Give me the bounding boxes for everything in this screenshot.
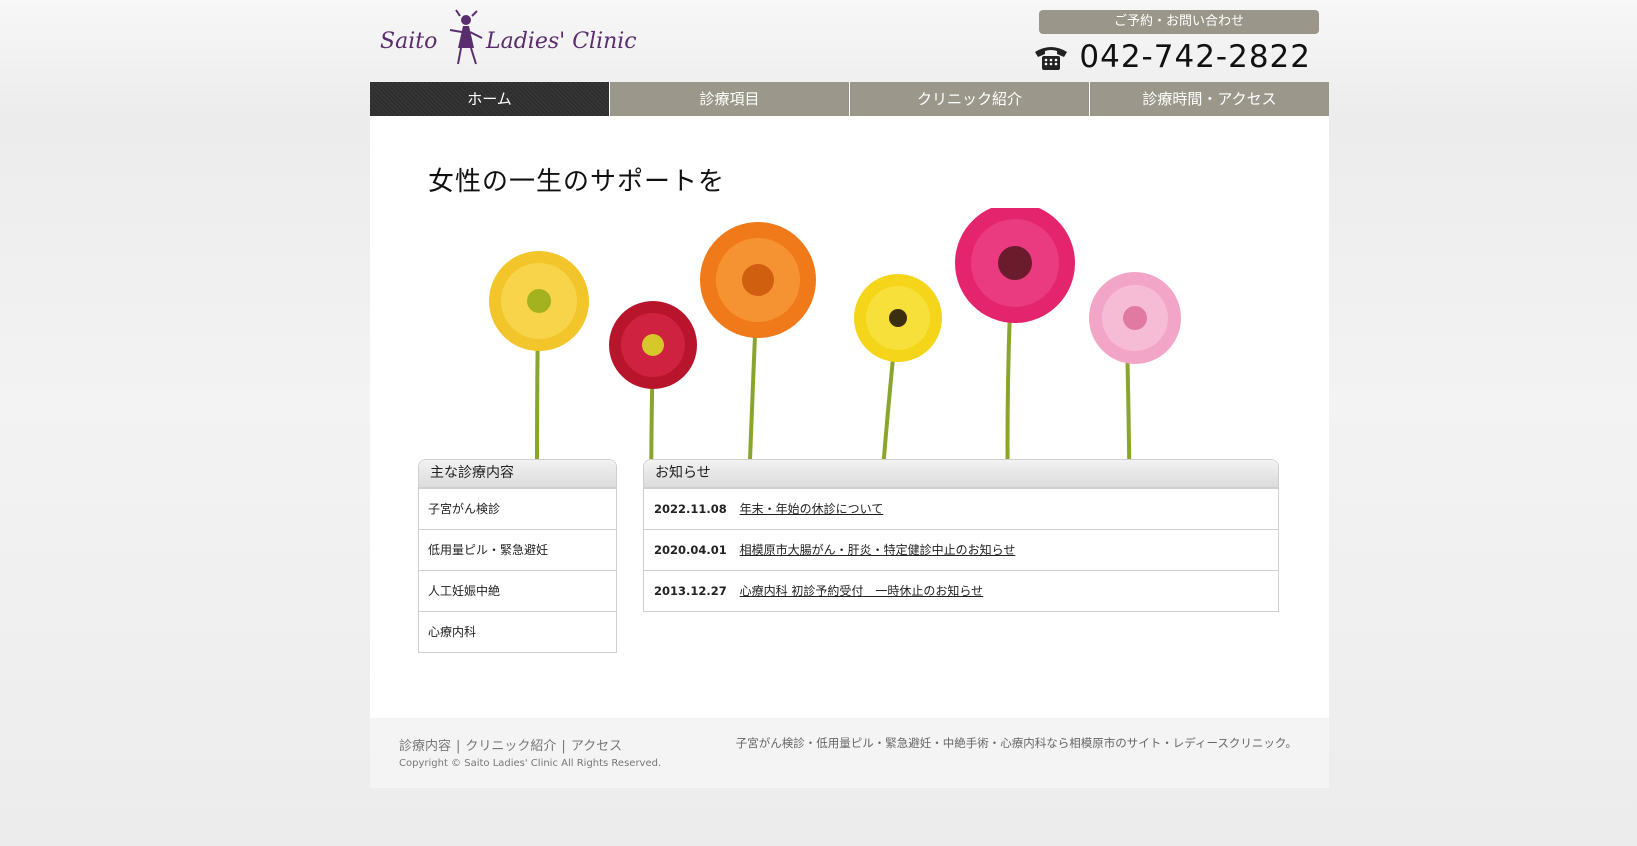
news-link[interactable]: 相模原市大腸がん・肝炎・特定健診中止のお知らせ [740, 543, 1016, 557]
yellow-flower-2 [854, 274, 942, 362]
services-box: 主な診療内容 子宮がん検診 低用量ピル・緊急避妊 人工妊娠中絶 心療内科 [418, 459, 617, 653]
phone-number: 042-742-2822 [1079, 39, 1311, 75]
page-wrapper: Saito Ladies' Clinic ご予約・お問い合わせ 042-742-… [370, 0, 1329, 788]
news-item: 2020.04.01 相模原市大腸がん・肝炎・特定健診中止のお知らせ [644, 529, 1278, 570]
news-date: 2022.11.08 [654, 502, 727, 516]
clinic-logo[interactable]: Saito Ladies' Clinic [378, 8, 638, 72]
footer-separator: | [561, 739, 566, 754]
logo-text-right: Ladies' Clinic [485, 29, 637, 54]
telephone-icon [1035, 47, 1068, 70]
hero-title: 女性の一生のサポートを [428, 167, 726, 197]
footer-copyright: Copyright © Saito Ladies' Clinic All Rig… [399, 758, 662, 769]
magenta-flower [955, 208, 1075, 323]
news-date: 2020.04.01 [654, 543, 727, 557]
nav-services[interactable]: 診療項目 [610, 82, 850, 116]
news-heading: お知らせ [644, 460, 1278, 488]
phone-block[interactable]: 042-742-2822 [1033, 38, 1311, 76]
nav-home[interactable]: ホーム [370, 82, 610, 116]
footer-separator: | [456, 739, 461, 754]
nav-hours-access[interactable]: 診療時間・アクセス [1090, 82, 1329, 116]
footer-links: 診療内容 | クリニック紹介 | アクセス [399, 735, 622, 754]
contact-label: ご予約・お問い合わせ [1039, 10, 1319, 34]
service-item[interactable]: 子宮がん検診 [419, 488, 616, 529]
news-date: 2013.12.27 [654, 584, 727, 598]
nav-clinic-intro[interactable]: クリニック紹介 [850, 82, 1090, 116]
footer-link-access[interactable]: アクセス [571, 739, 622, 754]
service-item[interactable]: 低用量ピル・緊急避妊 [419, 529, 616, 570]
red-flower [609, 301, 697, 389]
main-content: 女性の一生のサポートを 主な診療内容 子宮がん検診 低用量ピル・緊急避妊 人工妊… [370, 116, 1329, 718]
site-header: Saito Ladies' Clinic ご予約・お問い合わせ 042-742-… [370, 0, 1329, 82]
logo-figure-icon [449, 9, 483, 65]
site-footer: 診療内容 | クリニック紹介 | アクセス Copyright © Saito Ladi… [370, 718, 1329, 788]
services-heading: 主な診療内容 [419, 460, 616, 488]
footer-description: 子宮がん検診・低用量ピル・緊急避妊・中絶手術・心療内科なら相模原市のサイト・レデ… [735, 736, 1297, 750]
orange-flower [700, 222, 816, 338]
footer-link-services[interactable]: 診療内容 [399, 739, 451, 754]
main-nav: ホーム 診療項目 クリニック紹介 診療時間・アクセス [370, 82, 1329, 116]
news-link[interactable]: 心療内科 初診予約受付 一時休止のお知らせ [740, 584, 984, 598]
news-link[interactable]: 年末・年始の休診について [740, 502, 884, 516]
news-item: 2013.12.27 心療内科 初診予約受付 一時休止のお知らせ [644, 570, 1278, 611]
pink-flower [1089, 272, 1181, 364]
news-box: お知らせ 2022.11.08 年末・年始の休診について 2020.04.01 … [643, 459, 1279, 612]
footer-link-clinic-intro[interactable]: クリニック紹介 [465, 739, 556, 754]
logo-text-left: Saito [380, 29, 437, 54]
service-item[interactable]: 人工妊娠中絶 [419, 570, 616, 611]
service-item[interactable]: 心療内科 [419, 611, 616, 652]
yellow-flower-1 [489, 251, 589, 351]
news-item: 2022.11.08 年末・年始の休診について [644, 488, 1278, 529]
